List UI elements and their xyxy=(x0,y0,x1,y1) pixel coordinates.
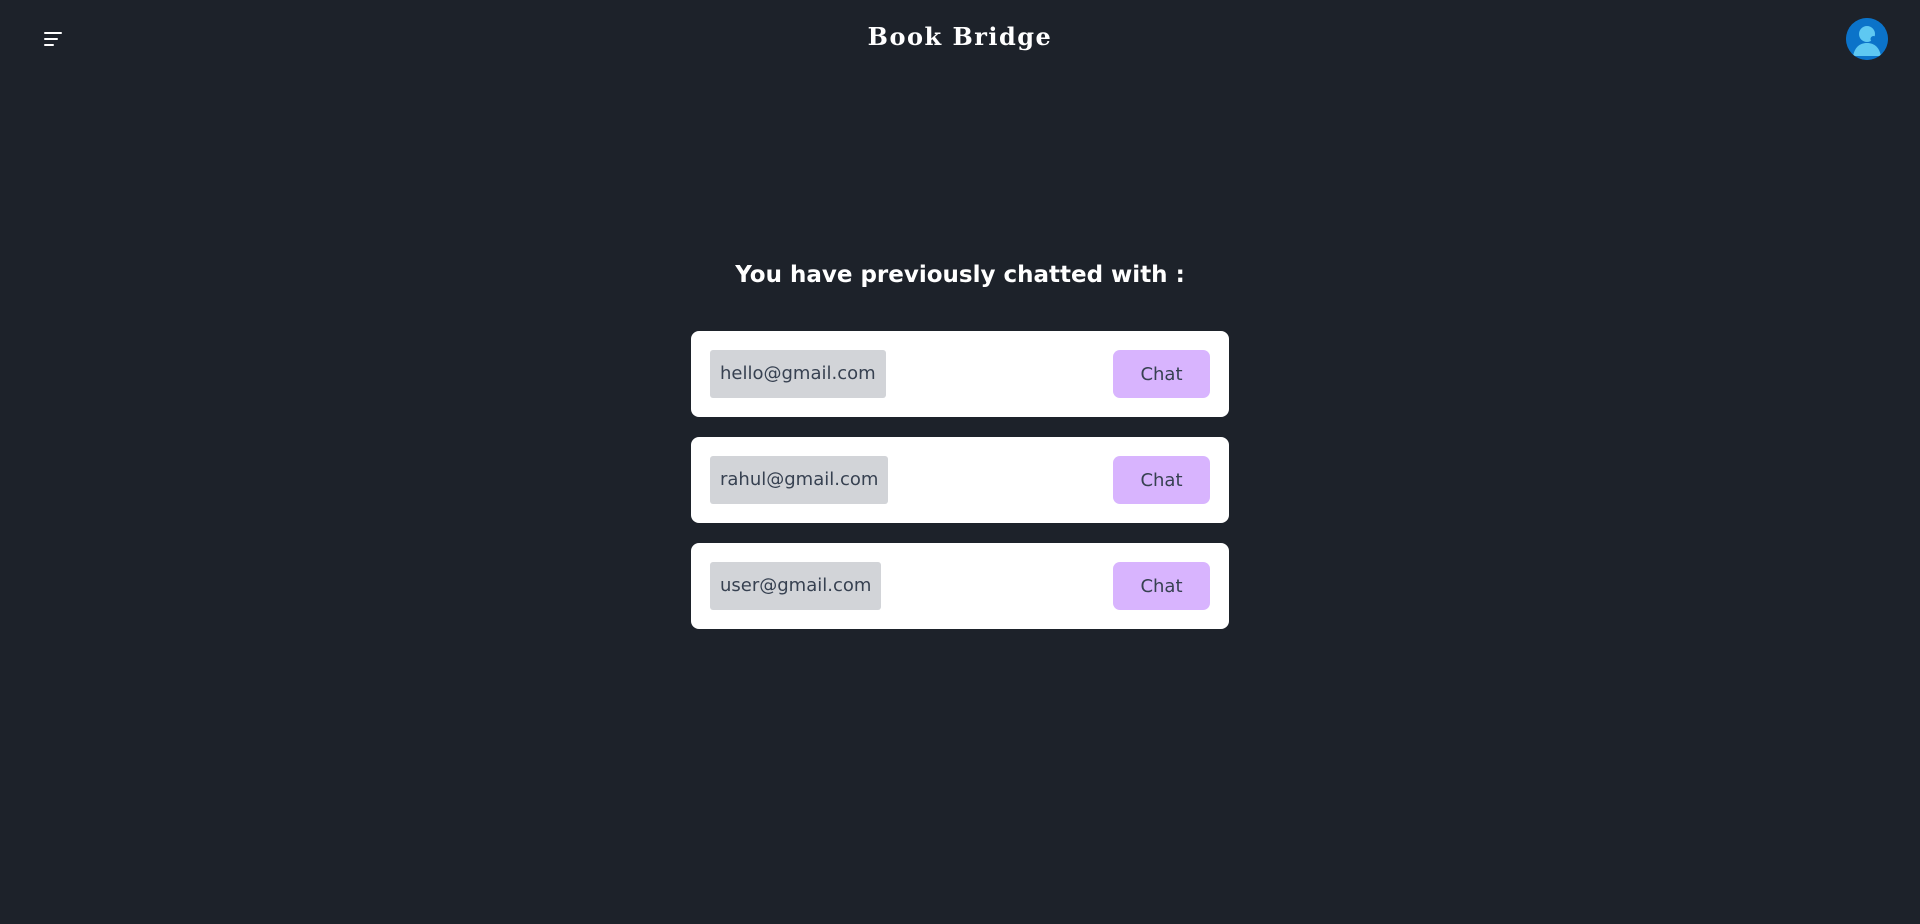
contact-card: hello@gmail.com Chat xyxy=(691,331,1229,417)
page-title: You have previously chatted with : xyxy=(735,262,1185,288)
profile-avatar-button[interactable] xyxy=(1846,18,1888,60)
navbar: Book Bridge xyxy=(0,0,1920,78)
chat-button[interactable]: Chat xyxy=(1113,562,1210,610)
contact-email: user@gmail.com xyxy=(710,562,882,610)
contact-card: user@gmail.com Chat xyxy=(691,543,1229,629)
chat-button[interactable]: Chat xyxy=(1113,456,1210,504)
contact-card: rahul@gmail.com Chat xyxy=(691,437,1229,523)
contact-email: rahul@gmail.com xyxy=(710,456,889,504)
user-avatar-icon xyxy=(1846,18,1888,60)
chat-contact-list: hello@gmail.com Chat rahul@gmail.com Cha… xyxy=(691,331,1229,649)
contact-email: hello@gmail.com xyxy=(710,350,886,398)
brand-title[interactable]: Book Bridge xyxy=(0,22,1920,51)
chat-button[interactable]: Chat xyxy=(1113,350,1210,398)
